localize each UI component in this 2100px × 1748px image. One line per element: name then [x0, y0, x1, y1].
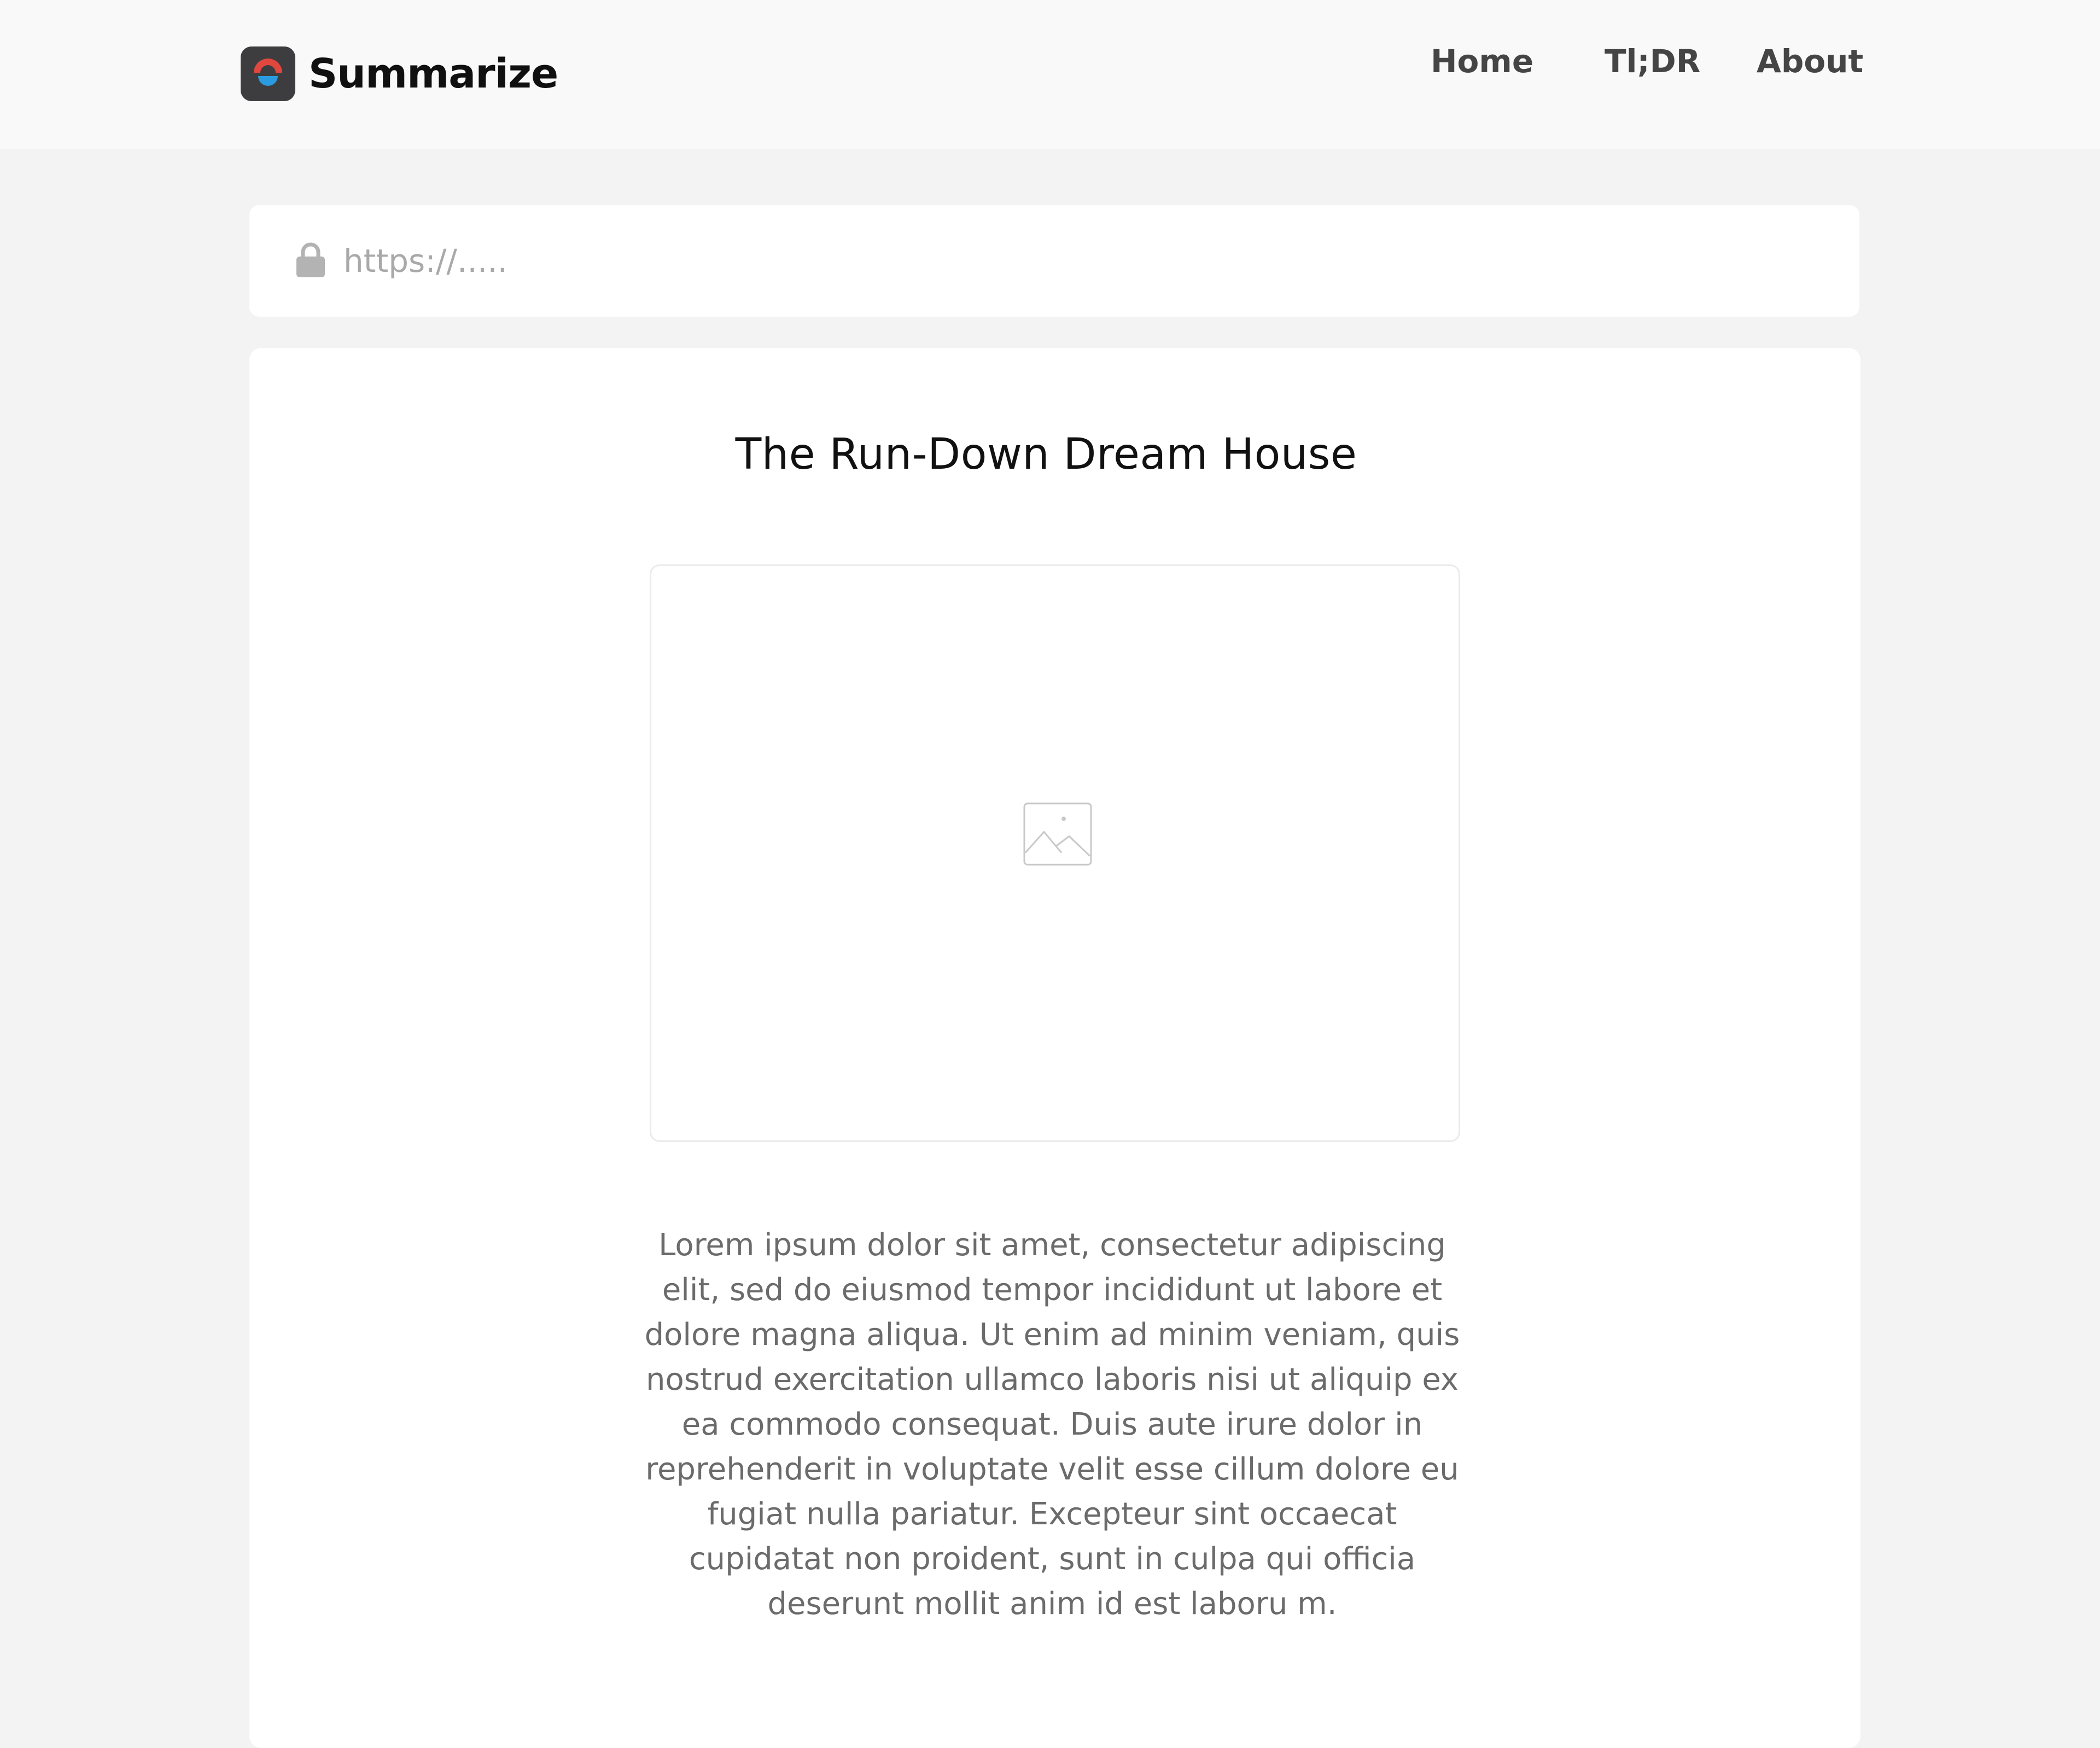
lock-icon [296, 242, 325, 277]
article-image-frame [650, 564, 1460, 1142]
summarize-logo-icon [241, 46, 295, 101]
url-input[interactable] [343, 236, 1820, 286]
nav-about-link[interactable]: About [1757, 43, 1863, 80]
logo-mark-icon [254, 59, 282, 86]
article-card: The Run-Down Dream House Lorem ipsum dol… [249, 348, 1860, 1748]
nav-home-link[interactable]: Home [1431, 43, 1533, 80]
nav-tldr-link[interactable]: Tl;DR [1605, 43, 1700, 80]
brand-name: Summarize [308, 50, 558, 97]
site-header: Summarize Home Tl;DR About [0, 0, 2100, 149]
image-placeholder-icon [1023, 802, 1092, 866]
brand-home-link[interactable]: Summarize [241, 46, 558, 102]
article-title: The Run-Down Dream House [735, 430, 1357, 479]
article-summary-text: Lorem ipsum dolor sit amet, consectetur … [644, 1227, 1460, 1622]
url-bar [249, 205, 1859, 317]
